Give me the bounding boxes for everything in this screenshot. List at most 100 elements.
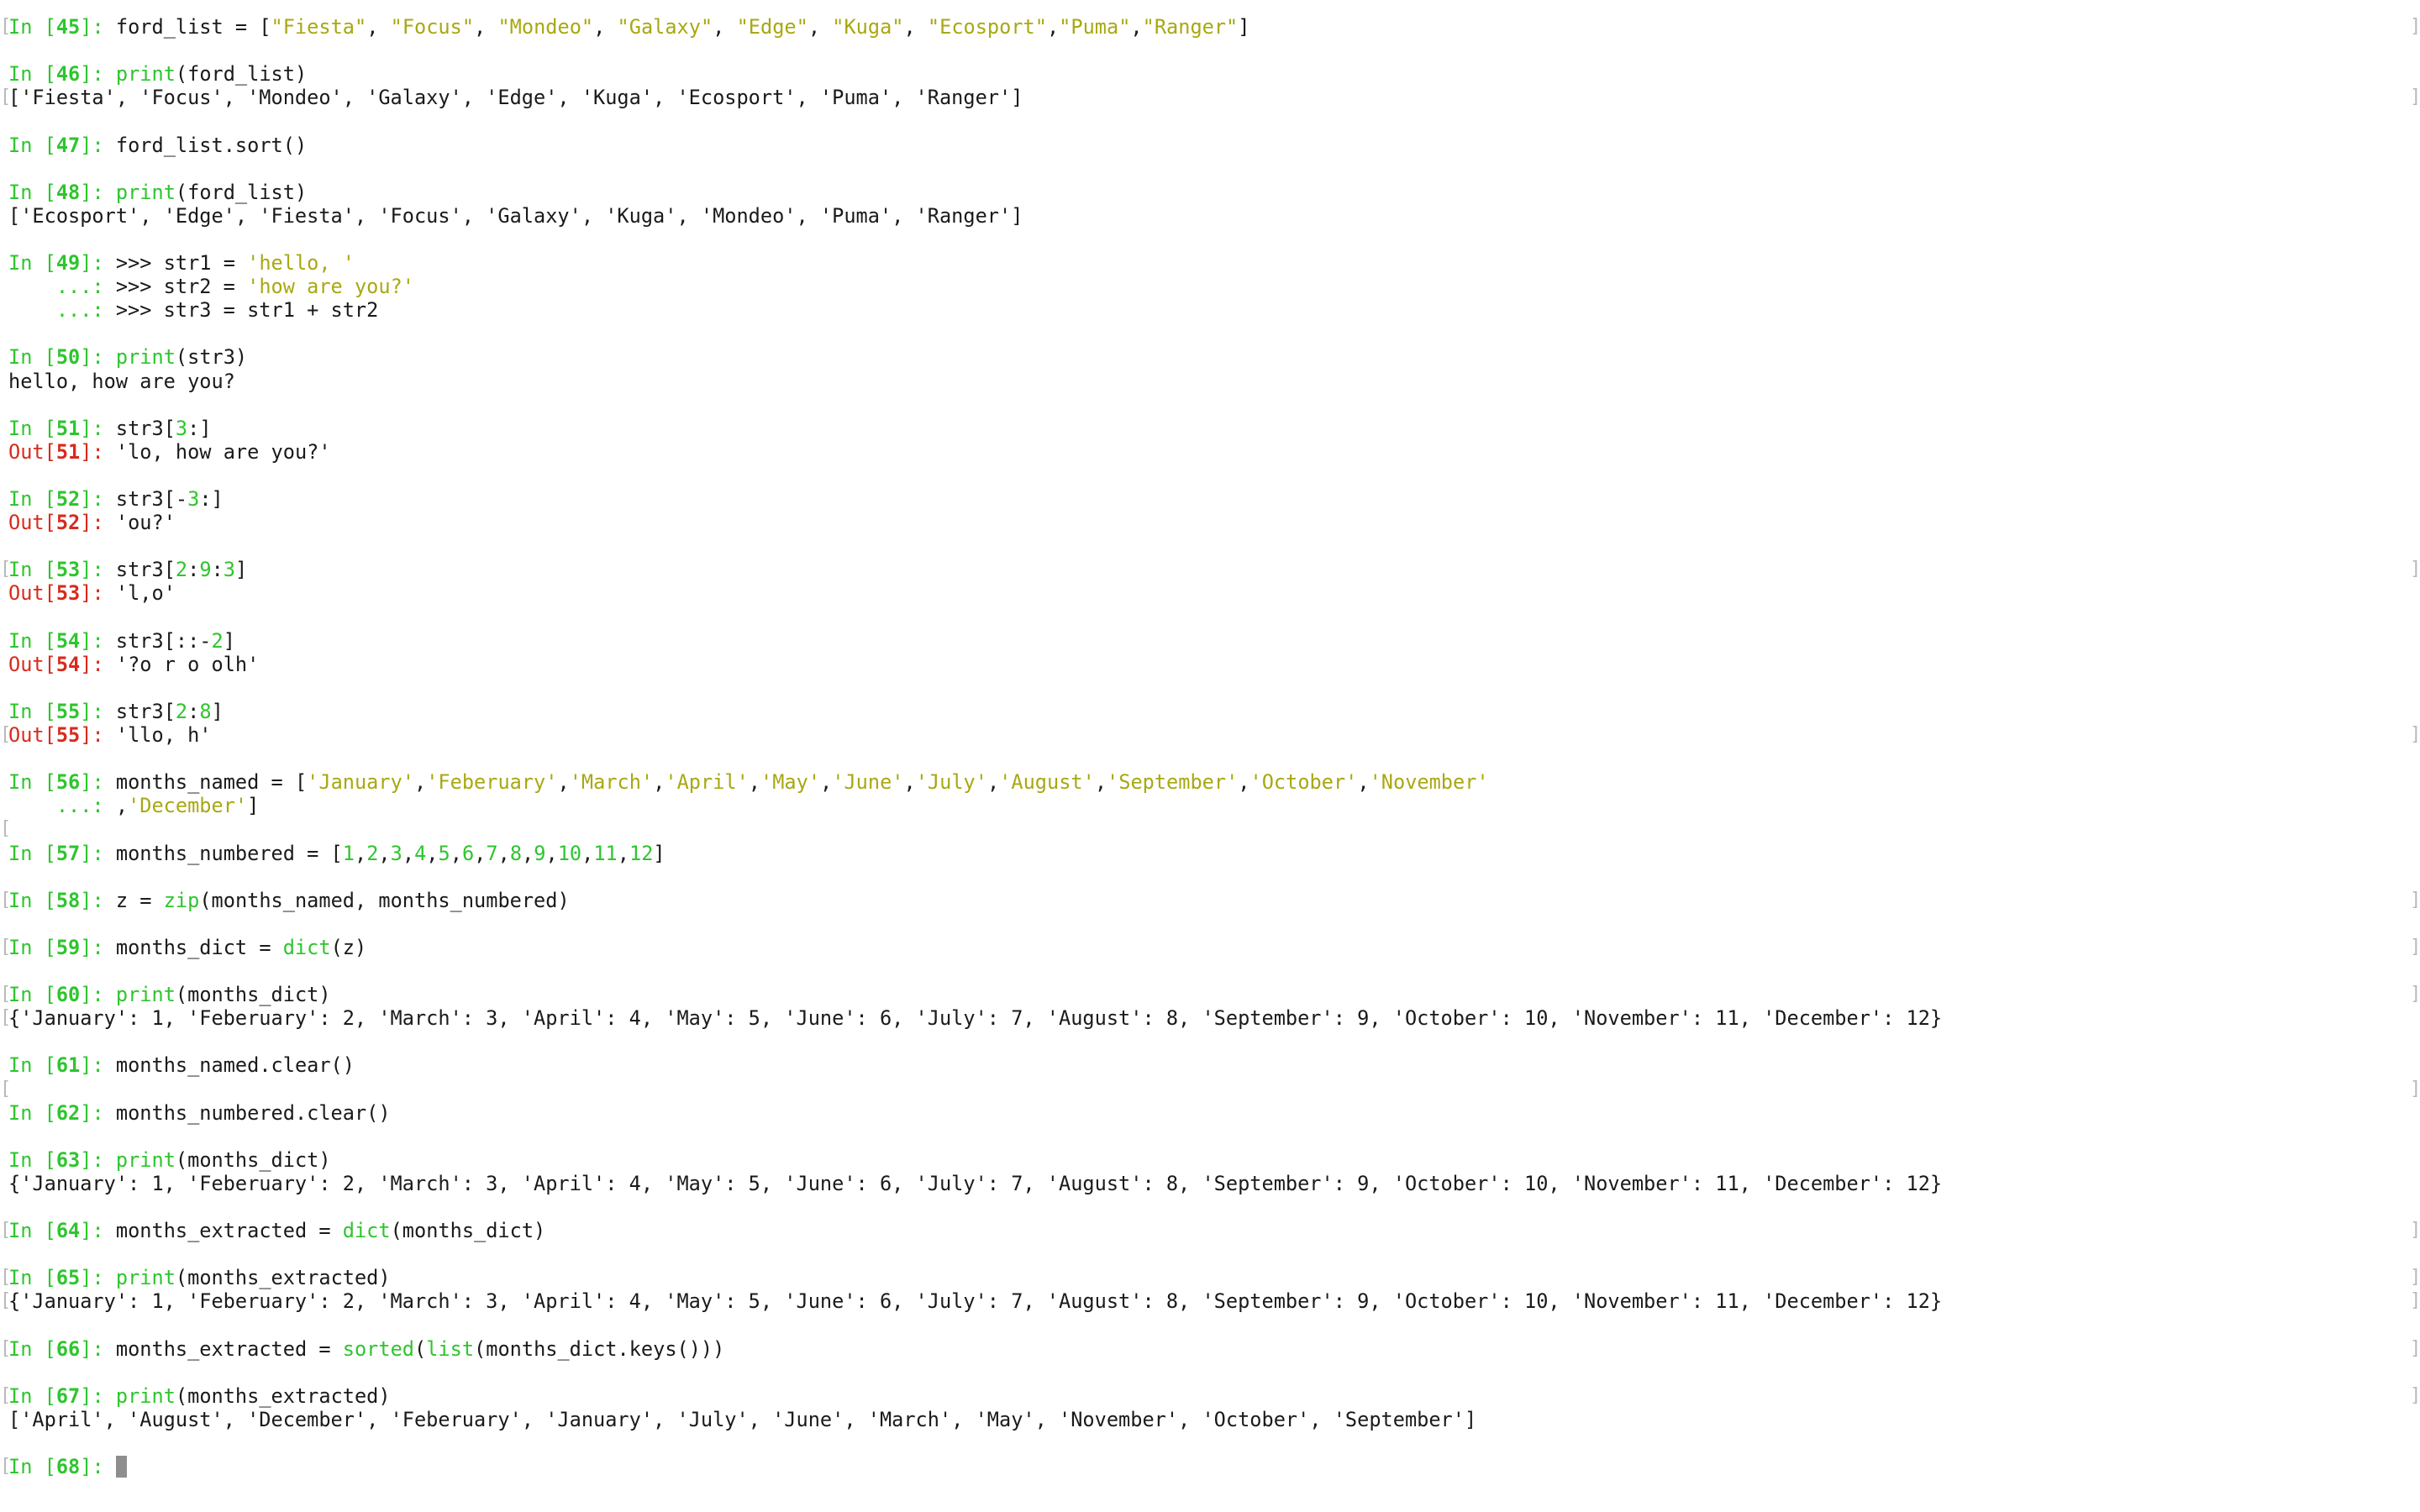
in-prompt: In [ — [8, 180, 56, 204]
in-prompt: 49 — [55, 251, 81, 275]
in-prompt: 46 — [55, 62, 81, 87]
code-token: (ford_list) — [175, 62, 308, 87]
in-prompt: In [ — [8, 1383, 56, 1408]
code-token: 'June' — [832, 770, 904, 795]
code-token: 4 — [414, 841, 427, 865]
terminal-line: In [45]: ford_list = ["Fiesta", "Focus",… — [8, 15, 1249, 39]
terminal-line: In [52]: str3[-3:] — [8, 487, 224, 511]
out-prompt: 52 — [55, 511, 81, 535]
code-token: >>> str1 = — [115, 251, 248, 275]
code-token: print — [115, 62, 176, 87]
code-token: 8 — [199, 699, 212, 723]
in-prompt: ]: — [80, 345, 116, 370]
code-token: 'March' — [569, 770, 654, 795]
code-token: 2 — [211, 628, 224, 653]
code-token: 3 — [390, 841, 402, 865]
right-gutter-bracket: ] — [2410, 16, 2420, 37]
terminal-line: In [48]: print(ford_list) — [8, 181, 307, 204]
terminal-line: In [60]: print(months_dict) — [8, 983, 331, 1006]
code-token: 'December' — [128, 794, 248, 818]
code-token: 'January' — [307, 770, 414, 795]
code-token: hello, how are you? — [8, 369, 235, 393]
code-token: (months_dict.keys())) — [474, 1336, 725, 1361]
right-gutter-bracket: ] — [2410, 936, 2420, 958]
terminal-line: ['April', 'August', 'December', 'Feberua… — [8, 1408, 1476, 1431]
in-prompt: ]: — [80, 935, 116, 959]
in-prompt: 55 — [55, 699, 81, 723]
out-prompt: Out[ — [8, 723, 56, 747]
out-prompt: ]: — [80, 652, 116, 676]
out-prompt: ]: — [80, 581, 116, 606]
code-token: , — [986, 770, 1000, 795]
out-prompt: ]: — [80, 723, 116, 747]
code-token: , — [557, 770, 570, 795]
code-token: (str3) — [175, 345, 248, 370]
code-token: months_named = [ — [115, 770, 308, 795]
code-token: , — [497, 841, 510, 865]
code-token: "Kuga" — [832, 15, 904, 39]
code-token: , — [354, 841, 367, 865]
in-prompt: 61 — [55, 1053, 81, 1078]
code-token: "Ecosport" — [927, 15, 1047, 39]
in-prompt: ]: — [80, 888, 116, 912]
code-token: : — [187, 558, 200, 582]
code-token: 'hello, ' — [247, 251, 355, 275]
code-token: , — [378, 841, 391, 865]
code-token: >>> str3 = str1 + str2 — [115, 298, 379, 323]
terminal-line: In [59]: months_dict = dict(z) — [8, 936, 366, 959]
in-prompt: ...: — [8, 298, 116, 323]
left-gutter-bracket: [ — [0, 87, 12, 108]
terminal-line: In [58]: z = zip(months_named, months_nu… — [8, 889, 570, 912]
code-token: ] — [223, 628, 235, 653]
terminal-line: ['Ecosport', 'Edge', 'Fiesta', 'Focus', … — [8, 204, 1023, 228]
in-prompt: ]: — [80, 180, 116, 204]
code-token: , — [748, 770, 761, 795]
code-token: 'August' — [999, 770, 1095, 795]
in-prompt: 58 — [55, 888, 81, 912]
code-token: , — [820, 770, 833, 795]
in-prompt: ]: — [80, 15, 116, 39]
in-prompt: ]: — [80, 1053, 116, 1078]
in-prompt: In [ — [8, 1219, 56, 1243]
code-token: ] — [235, 558, 248, 582]
code-token: 'Feberuary' — [426, 770, 558, 795]
code-token: "Fiesta" — [271, 15, 367, 39]
code-token: {'January': 1, 'Feberuary': 2, 'March': … — [8, 1289, 1943, 1314]
in-prompt: In [ — [8, 1455, 56, 1479]
left-gutter-bracket: [ — [0, 1456, 12, 1478]
right-gutter-bracket: ] — [2410, 559, 2420, 580]
code-token: 'September' — [1107, 770, 1239, 795]
terminal-line: {'January': 1, 'Feberuary': 2, 'March': … — [8, 1006, 1942, 1030]
code-token: (months_named, months_numbered) — [199, 888, 570, 912]
code-token: "Puma" — [1059, 15, 1131, 39]
code-token: ] — [211, 699, 224, 723]
code-token: ] — [1238, 15, 1250, 39]
left-gutter-bracket: [ — [0, 818, 12, 840]
left-gutter-bracket: [ — [0, 1337, 12, 1359]
terminal-line: Out[52]: 'ou?' — [8, 511, 176, 534]
code-token: 3 — [175, 416, 188, 440]
terminal-line: Out[55]: 'llo, h' — [8, 723, 212, 747]
code-token: (months_dict) — [175, 1147, 331, 1172]
in-prompt: ]: — [80, 699, 116, 723]
terminal-line: ...: >>> str2 = 'how are you?' — [8, 275, 414, 298]
out-prompt: Out[ — [8, 439, 56, 464]
in-prompt: In [ — [8, 770, 56, 795]
in-prompt: ]: — [80, 133, 116, 157]
code-token: 5 — [438, 841, 450, 865]
code-token: :] — [187, 416, 212, 440]
in-prompt: ]: — [80, 841, 116, 865]
in-prompt: ]: — [80, 1383, 116, 1408]
code-token: months_numbered = [ — [115, 841, 343, 865]
in-prompt: In [ — [8, 1147, 56, 1172]
terminal-line: In [54]: str3[::-2] — [8, 629, 235, 653]
right-gutter-bracket: ] — [2410, 889, 2420, 911]
code-token: 'l,o' — [115, 581, 176, 606]
in-prompt: ]: — [80, 487, 116, 511]
in-prompt: In [ — [8, 1336, 56, 1361]
code-token: sorted — [342, 1336, 414, 1361]
text-cursor[interactable] — [115, 1456, 127, 1478]
in-prompt: In [ — [8, 416, 56, 440]
ipython-terminal[interactable]: In [45]: ford_list = ["Fiesta", "Focus",… — [0, 0, 2420, 1512]
code-token: "Mondeo" — [497, 15, 594, 39]
